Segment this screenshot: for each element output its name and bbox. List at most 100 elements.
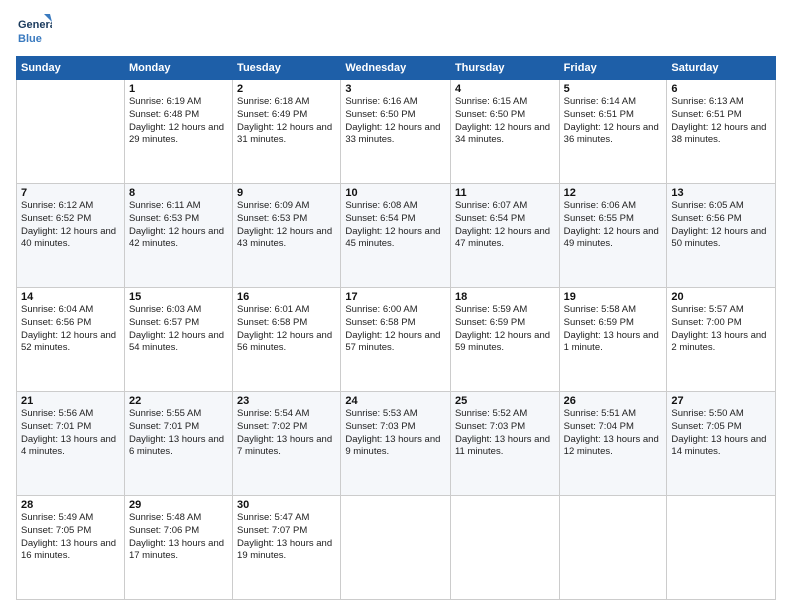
day-number: 3 xyxy=(345,83,446,95)
day-number: 22 xyxy=(129,395,228,407)
day-number: 10 xyxy=(345,187,446,199)
day-number: 6 xyxy=(671,83,771,95)
day-number: 19 xyxy=(564,291,663,303)
week-row-5: 28Sunrise: 5:49 AM Sunset: 7:05 PM Dayli… xyxy=(17,496,776,600)
calendar-cell: 14Sunrise: 6:04 AM Sunset: 6:56 PM Dayli… xyxy=(17,288,125,392)
calendar-cell: 19Sunrise: 5:58 AM Sunset: 6:59 PM Dayli… xyxy=(559,288,667,392)
day-detail: Sunrise: 5:47 AM Sunset: 7:07 PM Dayligh… xyxy=(237,512,336,563)
logo-svg: General Blue xyxy=(16,12,52,48)
day-number: 1 xyxy=(129,83,228,95)
day-number: 26 xyxy=(564,395,663,407)
day-detail: Sunrise: 5:53 AM Sunset: 7:03 PM Dayligh… xyxy=(345,408,446,459)
logo: General Blue xyxy=(16,12,52,48)
day-number: 5 xyxy=(564,83,663,95)
day-detail: Sunrise: 6:01 AM Sunset: 6:58 PM Dayligh… xyxy=(237,304,336,355)
day-detail: Sunrise: 5:50 AM Sunset: 7:05 PM Dayligh… xyxy=(671,408,771,459)
day-detail: Sunrise: 6:13 AM Sunset: 6:51 PM Dayligh… xyxy=(671,96,771,147)
day-detail: Sunrise: 5:58 AM Sunset: 6:59 PM Dayligh… xyxy=(564,304,663,355)
calendar-cell: 17Sunrise: 6:00 AM Sunset: 6:58 PM Dayli… xyxy=(341,288,451,392)
calendar-cell: 8Sunrise: 6:11 AM Sunset: 6:53 PM Daylig… xyxy=(124,184,232,288)
calendar-cell: 3Sunrise: 6:16 AM Sunset: 6:50 PM Daylig… xyxy=(341,80,451,184)
day-number: 11 xyxy=(455,187,555,199)
day-detail: Sunrise: 5:48 AM Sunset: 7:06 PM Dayligh… xyxy=(129,512,228,563)
calendar-cell: 13Sunrise: 6:05 AM Sunset: 6:56 PM Dayli… xyxy=(667,184,776,288)
calendar-cell: 27Sunrise: 5:50 AM Sunset: 7:05 PM Dayli… xyxy=(667,392,776,496)
calendar-cell: 7Sunrise: 6:12 AM Sunset: 6:52 PM Daylig… xyxy=(17,184,125,288)
day-detail: Sunrise: 5:51 AM Sunset: 7:04 PM Dayligh… xyxy=(564,408,663,459)
header: General Blue xyxy=(16,12,776,48)
day-detail: Sunrise: 6:04 AM Sunset: 6:56 PM Dayligh… xyxy=(21,304,120,355)
day-detail: Sunrise: 5:56 AM Sunset: 7:01 PM Dayligh… xyxy=(21,408,120,459)
day-detail: Sunrise: 6:07 AM Sunset: 6:54 PM Dayligh… xyxy=(455,200,555,251)
day-detail: Sunrise: 5:49 AM Sunset: 7:05 PM Dayligh… xyxy=(21,512,120,563)
svg-text:Blue: Blue xyxy=(18,33,42,45)
day-detail: Sunrise: 6:12 AM Sunset: 6:52 PM Dayligh… xyxy=(21,200,120,251)
calendar-cell: 10Sunrise: 6:08 AM Sunset: 6:54 PM Dayli… xyxy=(341,184,451,288)
day-detail: Sunrise: 6:09 AM Sunset: 6:53 PM Dayligh… xyxy=(237,200,336,251)
day-number: 16 xyxy=(237,291,336,303)
svg-text:General: General xyxy=(18,19,52,31)
day-detail: Sunrise: 6:15 AM Sunset: 6:50 PM Dayligh… xyxy=(455,96,555,147)
day-detail: Sunrise: 6:19 AM Sunset: 6:48 PM Dayligh… xyxy=(129,96,228,147)
day-number: 12 xyxy=(564,187,663,199)
calendar-cell: 26Sunrise: 5:51 AM Sunset: 7:04 PM Dayli… xyxy=(559,392,667,496)
day-number: 18 xyxy=(455,291,555,303)
calendar-cell: 2Sunrise: 6:18 AM Sunset: 6:49 PM Daylig… xyxy=(233,80,341,184)
day-detail: Sunrise: 6:18 AM Sunset: 6:49 PM Dayligh… xyxy=(237,96,336,147)
day-detail: Sunrise: 5:54 AM Sunset: 7:02 PM Dayligh… xyxy=(237,408,336,459)
calendar-cell: 25Sunrise: 5:52 AM Sunset: 7:03 PM Dayli… xyxy=(450,392,559,496)
calendar-cell: 1Sunrise: 6:19 AM Sunset: 6:48 PM Daylig… xyxy=(124,80,232,184)
header-row: SundayMondayTuesdayWednesdayThursdayFrid… xyxy=(17,57,776,80)
day-number: 4 xyxy=(455,83,555,95)
calendar-cell: 24Sunrise: 5:53 AM Sunset: 7:03 PM Dayli… xyxy=(341,392,451,496)
day-number: 9 xyxy=(237,187,336,199)
day-number: 25 xyxy=(455,395,555,407)
day-number: 2 xyxy=(237,83,336,95)
calendar-cell: 23Sunrise: 5:54 AM Sunset: 7:02 PM Dayli… xyxy=(233,392,341,496)
calendar-cell: 16Sunrise: 6:01 AM Sunset: 6:58 PM Dayli… xyxy=(233,288,341,392)
day-number: 30 xyxy=(237,499,336,511)
calendar-cell xyxy=(17,80,125,184)
day-number: 14 xyxy=(21,291,120,303)
day-number: 27 xyxy=(671,395,771,407)
day-number: 8 xyxy=(129,187,228,199)
calendar-cell xyxy=(341,496,451,600)
calendar-cell: 4Sunrise: 6:15 AM Sunset: 6:50 PM Daylig… xyxy=(450,80,559,184)
calendar-body: 1Sunrise: 6:19 AM Sunset: 6:48 PM Daylig… xyxy=(17,80,776,600)
day-detail: Sunrise: 5:55 AM Sunset: 7:01 PM Dayligh… xyxy=(129,408,228,459)
day-number: 24 xyxy=(345,395,446,407)
calendar-cell: 18Sunrise: 5:59 AM Sunset: 6:59 PM Dayli… xyxy=(450,288,559,392)
calendar-header: SundayMondayTuesdayWednesdayThursdayFrid… xyxy=(17,57,776,80)
col-header-monday: Monday xyxy=(124,57,232,80)
calendar-cell: 29Sunrise: 5:48 AM Sunset: 7:06 PM Dayli… xyxy=(124,496,232,600)
calendar-cell: 20Sunrise: 5:57 AM Sunset: 7:00 PM Dayli… xyxy=(667,288,776,392)
col-header-saturday: Saturday xyxy=(667,57,776,80)
day-number: 17 xyxy=(345,291,446,303)
calendar-cell xyxy=(667,496,776,600)
day-detail: Sunrise: 6:06 AM Sunset: 6:55 PM Dayligh… xyxy=(564,200,663,251)
week-row-1: 1Sunrise: 6:19 AM Sunset: 6:48 PM Daylig… xyxy=(17,80,776,184)
week-row-2: 7Sunrise: 6:12 AM Sunset: 6:52 PM Daylig… xyxy=(17,184,776,288)
col-header-tuesday: Tuesday xyxy=(233,57,341,80)
col-header-sunday: Sunday xyxy=(17,57,125,80)
calendar-table: SundayMondayTuesdayWednesdayThursdayFrid… xyxy=(16,56,776,600)
day-detail: Sunrise: 5:59 AM Sunset: 6:59 PM Dayligh… xyxy=(455,304,555,355)
day-number: 15 xyxy=(129,291,228,303)
day-detail: Sunrise: 6:14 AM Sunset: 6:51 PM Dayligh… xyxy=(564,96,663,147)
week-row-4: 21Sunrise: 5:56 AM Sunset: 7:01 PM Dayli… xyxy=(17,392,776,496)
week-row-3: 14Sunrise: 6:04 AM Sunset: 6:56 PM Dayli… xyxy=(17,288,776,392)
day-number: 23 xyxy=(237,395,336,407)
day-number: 21 xyxy=(21,395,120,407)
calendar-cell: 22Sunrise: 5:55 AM Sunset: 7:01 PM Dayli… xyxy=(124,392,232,496)
calendar-cell: 6Sunrise: 6:13 AM Sunset: 6:51 PM Daylig… xyxy=(667,80,776,184)
calendar-cell: 21Sunrise: 5:56 AM Sunset: 7:01 PM Dayli… xyxy=(17,392,125,496)
day-detail: Sunrise: 6:03 AM Sunset: 6:57 PM Dayligh… xyxy=(129,304,228,355)
calendar-cell: 11Sunrise: 6:07 AM Sunset: 6:54 PM Dayli… xyxy=(450,184,559,288)
calendar-cell: 28Sunrise: 5:49 AM Sunset: 7:05 PM Dayli… xyxy=(17,496,125,600)
calendar-cell xyxy=(559,496,667,600)
day-detail: Sunrise: 6:08 AM Sunset: 6:54 PM Dayligh… xyxy=(345,200,446,251)
day-detail: Sunrise: 6:00 AM Sunset: 6:58 PM Dayligh… xyxy=(345,304,446,355)
day-detail: Sunrise: 5:57 AM Sunset: 7:00 PM Dayligh… xyxy=(671,304,771,355)
day-detail: Sunrise: 6:11 AM Sunset: 6:53 PM Dayligh… xyxy=(129,200,228,251)
calendar-cell xyxy=(450,496,559,600)
